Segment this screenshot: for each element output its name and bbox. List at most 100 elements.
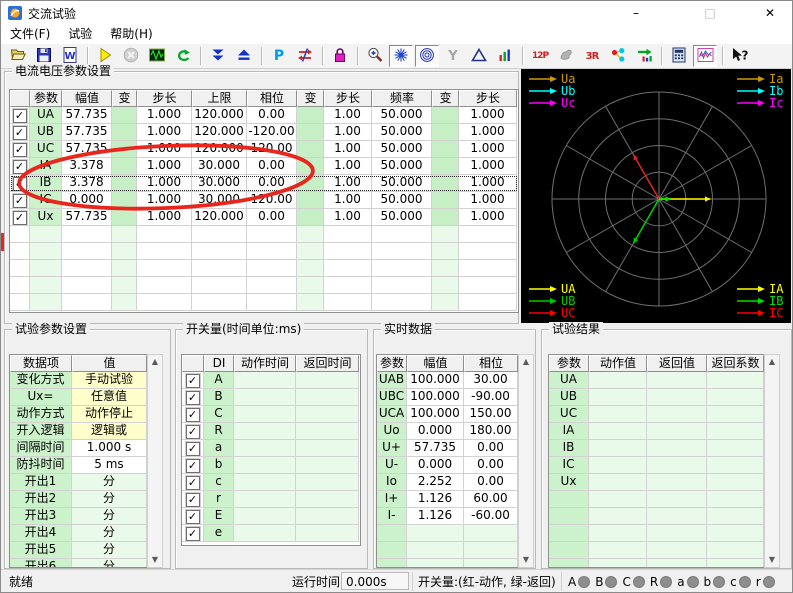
value-cell[interactable]: 1.000 s [72,440,147,457]
var-cell[interactable] [432,175,459,192]
row-checkbox[interactable]: ✓ [12,160,27,174]
vector-burst-button[interactable] [389,45,413,67]
amplitude-cell[interactable]: 57.735 [62,107,112,124]
row-checkbox[interactable]: ✓ [185,527,200,541]
twelve-phase-button[interactable]: 12P [528,45,552,67]
step-cell[interactable]: 1.000 [137,124,192,141]
var-cell[interactable] [297,124,324,141]
vector-dots-button[interactable] [606,45,630,67]
row-checkbox[interactable]: ✓ [12,143,27,157]
step-cell[interactable]: 1.000 [459,175,517,192]
step-cell[interactable]: 1.000 [459,158,517,175]
row-checkbox[interactable]: ✓ [185,391,200,405]
frequency-cell[interactable]: 50.000 [372,107,432,124]
checkbox-cell[interactable]: ✓ [182,389,204,406]
fault-toggle-button[interactable] [293,45,317,67]
var-cell[interactable] [432,107,459,124]
value-cell[interactable]: 分 [72,474,147,491]
value-cell[interactable]: 手动试验 [72,372,147,389]
row-checkbox[interactable]: ✓ [185,459,200,473]
row-checkbox[interactable]: ✓ [12,126,27,140]
checkbox-cell[interactable]: ✓ [182,474,204,491]
amplitude-cell[interactable]: 3.378 [62,175,112,192]
limit-cell[interactable]: 120.000 [192,124,247,141]
row-checkbox[interactable]: ✓ [185,408,200,422]
limit-cell[interactable]: 120.000 [192,141,247,158]
scroll-up-icon[interactable]: ▲ [519,355,533,369]
checkbox-cell[interactable]: ✓ [182,423,204,440]
frequency-cell[interactable]: 50.000 [372,175,432,192]
step-cell[interactable]: 1.00 [324,158,372,175]
param-cell[interactable]: IA [30,158,62,175]
scroll-up-icon[interactable]: ▲ [765,355,779,369]
step-up-button[interactable] [232,45,256,67]
minimize-button[interactable]: – [619,1,653,25]
row-checkbox[interactable]: ✓ [185,374,200,388]
frequency-cell[interactable]: 50.000 [372,192,432,209]
realtime-scrollbar[interactable]: ▲ ▼ [518,354,534,568]
var-cell[interactable] [112,141,137,158]
output-sequence-button[interactable] [632,45,656,67]
value-cell[interactable]: 5 ms [72,457,147,474]
limit-cell[interactable]: 30.000 [192,158,247,175]
harmonic-bars-button[interactable] [493,45,517,67]
menu-help[interactable]: 帮助(H) [101,25,161,44]
limit-cell[interactable]: 120.000 [192,107,247,124]
step-cell[interactable]: 1.000 [459,124,517,141]
amplitude-cell[interactable]: 57.735 [62,141,112,158]
step-cell[interactable]: 1.000 [137,107,192,124]
scroll-down-icon[interactable]: ▼ [148,553,162,567]
frequency-cell[interactable]: 50.000 [372,124,432,141]
amplitude-cell[interactable]: 3.378 [62,158,112,175]
amplitude-cell[interactable]: 57.735 [62,124,112,141]
phase-cell[interactable]: 0.00 [247,175,297,192]
value-cell[interactable]: 分 [72,508,147,525]
scroll-down-icon[interactable]: ▼ [765,553,779,567]
delta-view-button[interactable] [467,45,491,67]
polar-view-button[interactable] [415,45,439,67]
row-checkbox[interactable]: ✓ [185,476,200,490]
menu-test[interactable]: 试验 [59,25,101,44]
row-checkbox[interactable]: ✓ [185,510,200,524]
phase-cell[interactable]: 120.00 [247,141,297,158]
step-cell[interactable]: 1.00 [324,141,372,158]
value-cell[interactable]: 任意值 [72,389,147,406]
step-cell[interactable]: 1.00 [324,107,372,124]
phase-cell[interactable]: 0.00 [247,158,297,175]
var-cell[interactable] [432,192,459,209]
calculator-button[interactable] [667,45,691,67]
lock-button[interactable] [328,45,352,67]
context-help-button[interactable]: ? [728,45,752,67]
param-cell[interactable]: IB [30,175,62,192]
value-cell[interactable]: 分 [72,559,147,567]
close-button[interactable]: ✕ [753,1,787,25]
zoom-button[interactable] [363,45,387,67]
curve-view-button[interactable] [693,45,717,67]
phase-cell[interactable]: 0.00 [247,209,297,226]
step-cell[interactable]: 1.000 [137,209,192,226]
value-cell[interactable]: 逻辑或 [72,423,147,440]
value-cell[interactable]: 分 [72,491,147,508]
frequency-cell[interactable]: 50.000 [372,141,432,158]
row-checkbox[interactable]: ✓ [185,442,200,456]
limit-cell[interactable]: 30.000 [192,175,247,192]
value-cell[interactable]: 分 [72,542,147,559]
row-checkbox[interactable]: ✓ [185,425,200,439]
var-cell[interactable] [297,175,324,192]
step-cell[interactable]: 1.00 [324,192,372,209]
param-cell[interactable]: IC [30,192,62,209]
phase-cell[interactable]: 120.00 [247,192,297,209]
test-params-scrollbar[interactable]: ▲ ▼ [147,354,163,568]
step-cell[interactable]: 1.000 [137,175,192,192]
step-cell[interactable]: 1.000 [137,141,192,158]
step-cell[interactable]: 1.000 [137,192,192,209]
var-cell[interactable] [297,209,324,226]
menu-file[interactable]: 文件(F) [1,25,59,44]
checkbox-cell[interactable]: ✓ [182,372,204,389]
undo-button[interactable] [171,45,195,67]
row-checkbox[interactable]: ✓ [12,211,27,225]
row-checkbox[interactable]: ✓ [12,109,27,123]
step-cell[interactable]: 1.000 [137,158,192,175]
param-cell[interactable]: UA [30,107,62,124]
waveform-display-button[interactable] [145,45,169,67]
